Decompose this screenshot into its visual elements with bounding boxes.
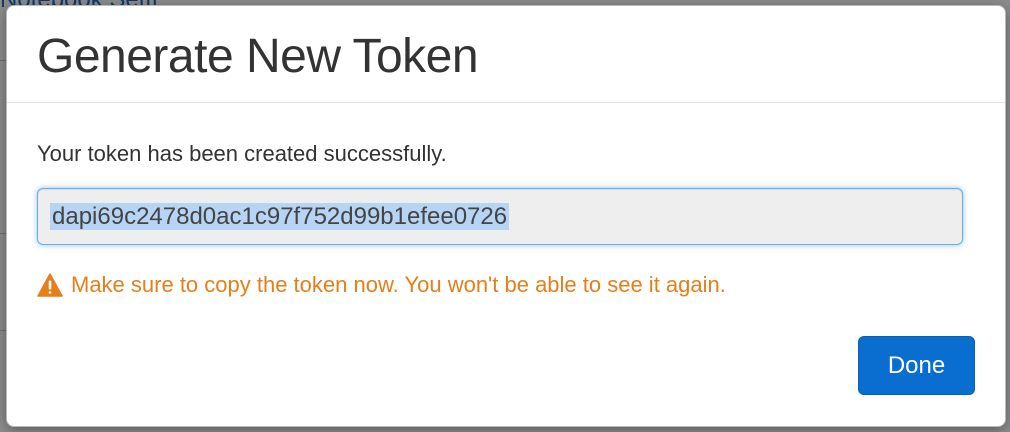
success-message: Your token has been created successfully… xyxy=(37,141,447,166)
warning-message-row: Make sure to copy the token now. You won… xyxy=(37,272,726,298)
done-button[interactable]: Done xyxy=(858,336,975,395)
modal-header: Generate New Token xyxy=(7,6,1005,103)
token-field[interactable]: dapi69c2478d0ac1c97f752d99b1efee0726 xyxy=(37,188,963,245)
warning-triangle-icon xyxy=(37,273,63,297)
generate-token-modal: Generate New Token Your token has been c… xyxy=(6,5,1006,427)
token-value[interactable]: dapi69c2478d0ac1c97f752d99b1efee0726 xyxy=(50,203,510,230)
modal-title: Generate New Token xyxy=(37,30,479,83)
warning-text: Make sure to copy the token now. You won… xyxy=(71,272,726,297)
